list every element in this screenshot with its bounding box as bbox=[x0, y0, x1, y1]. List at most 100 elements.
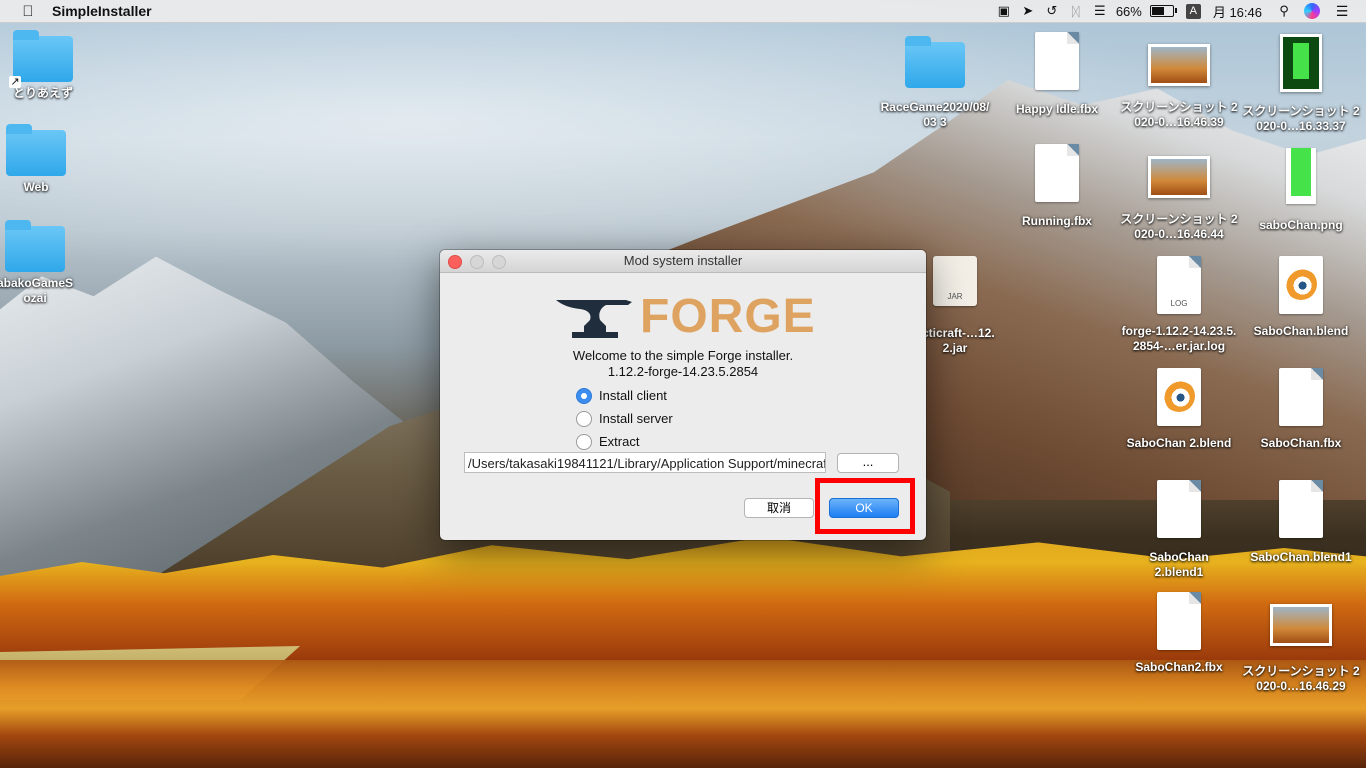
desktop-icon-sabochan2-blend[interactable]: SaboChan 2.blend bbox=[1119, 368, 1239, 451]
option-install-server[interactable]: Install server bbox=[576, 407, 673, 430]
screenshot-thumbnail-icon bbox=[1148, 44, 1210, 86]
log-file-icon: LOG bbox=[1157, 256, 1201, 314]
notification-list-icon[interactable]: ☰ bbox=[1334, 0, 1350, 22]
desktop-icon-label: とりあえず bbox=[12, 86, 73, 100]
battery-percent[interactable]: 66% bbox=[1112, 0, 1146, 22]
desktop-icon-label: Web bbox=[23, 180, 49, 194]
search-icon[interactable]: ⚲ bbox=[1272, 0, 1296, 22]
option-install-client[interactable]: Install client bbox=[576, 384, 673, 407]
bluetooth-icon[interactable]: ᛞ bbox=[1064, 0, 1088, 22]
blender-logo-icon bbox=[1285, 268, 1317, 300]
desktop-icon-label: Happy Idle.fbx bbox=[1015, 102, 1098, 116]
document-icon bbox=[1035, 144, 1079, 202]
desktop-icon-forge-log[interactable]: LOG forge-1.12.2-14.23.5.2854-…er.jar.lo… bbox=[1119, 256, 1239, 354]
battery-level bbox=[1151, 7, 1164, 15]
window-controls bbox=[448, 255, 506, 269]
desktop-icon-label: SaboChan 2.blend bbox=[1126, 436, 1232, 450]
app-menu-name[interactable]: SimpleInstaller bbox=[52, 3, 152, 19]
desktop-icon-sabochan-png[interactable]: saboChan.png bbox=[1241, 144, 1361, 233]
desktop-icon-label: スクリーンショット 2020-0…16.33.37 bbox=[1242, 104, 1360, 133]
screenshot-thumbnail-icon bbox=[1280, 34, 1322, 92]
desktop-icon-sabochan-fbx[interactable]: SaboChan.fbx bbox=[1241, 368, 1361, 451]
desktop-icon-folder-toriaezu[interactable]: ↗ とりあえず bbox=[0, 30, 103, 101]
desktop-icon-happy-idle[interactable]: Happy Idle.fbx bbox=[997, 32, 1117, 117]
blender-logo-icon bbox=[1163, 380, 1195, 412]
document-icon bbox=[1279, 368, 1323, 426]
desktop-icon-label: abakoGameSozai bbox=[0, 276, 74, 305]
camera-icon[interactable]: ▣ bbox=[992, 0, 1016, 22]
wifi-icon[interactable]: ☰ bbox=[1088, 0, 1112, 22]
install-options: Install client Install server Extract bbox=[576, 384, 673, 453]
radio-icon[interactable] bbox=[576, 410, 592, 427]
folder-icon bbox=[5, 220, 65, 272]
ok-highlight-box bbox=[815, 478, 915, 534]
browse-button[interactable]: ... bbox=[837, 453, 899, 473]
image-file-icon bbox=[1286, 148, 1316, 204]
folder-icon bbox=[905, 36, 965, 88]
character-figure-icon bbox=[1293, 43, 1309, 79]
desktop-icon-label: SaboChan 2.blend1 bbox=[1149, 550, 1209, 579]
document-icon bbox=[1157, 592, 1201, 650]
location-icon[interactable]: ➤ bbox=[1016, 0, 1040, 22]
desktop-icon-label: SaboChan.blend1 bbox=[1250, 550, 1352, 564]
folder-icon bbox=[6, 124, 66, 176]
time-machine-icon[interactable]: ↺ bbox=[1040, 0, 1064, 22]
desktop-icon-sabochan-blend[interactable]: SaboChan.blend bbox=[1241, 256, 1361, 339]
cancel-button[interactable]: 取消 bbox=[744, 498, 814, 518]
desktop-icon-sabochan2-fbx[interactable]: SaboChan2.fbx bbox=[1119, 592, 1239, 675]
document-icon bbox=[1035, 32, 1079, 90]
document-icon bbox=[1157, 480, 1201, 538]
desktop-icon-label: SaboChan.blend bbox=[1253, 324, 1349, 338]
input-source-icon[interactable]: A bbox=[1185, 3, 1201, 19]
desktop-icon-screenshot-1[interactable]: スクリーンショット 2020-0…16.46.39 bbox=[1119, 44, 1239, 130]
version-label: 1.12.2-forge-14.23.5.2854 bbox=[607, 364, 759, 379]
desktop-icon-label: スクリーンショット 2020-0…16.46.39 bbox=[1120, 100, 1238, 129]
alias-arrow-icon: ↗ bbox=[9, 76, 21, 88]
desktop-icon-folder-web[interactable]: Web bbox=[0, 124, 96, 195]
blender-file-icon bbox=[1157, 368, 1201, 426]
option-label: Install client bbox=[599, 388, 667, 403]
desktop-icon-folder-gamesozai[interactable]: abakoGameSozai bbox=[0, 220, 95, 306]
option-label: Install server bbox=[599, 411, 673, 426]
battery-icon[interactable] bbox=[1149, 5, 1177, 17]
dialog-title: Mod system installer bbox=[623, 253, 743, 268]
anvil-icon bbox=[556, 296, 634, 338]
radio-selected-icon[interactable] bbox=[576, 387, 592, 404]
dialog-titlebar[interactable]: Mod system installer bbox=[440, 250, 926, 273]
desktop-icon-running[interactable]: Running.fbx bbox=[997, 144, 1117, 229]
desktop-icon-label: SaboChan2.fbx bbox=[1135, 660, 1223, 674]
screenshot-thumbnail-icon bbox=[1270, 604, 1332, 646]
minimize-button[interactable] bbox=[470, 255, 484, 269]
desktop-icon-screenshot-3[interactable]: スクリーンショット 2020-0…16.46.44 bbox=[1119, 156, 1239, 242]
clock[interactable]: 月 16:46 bbox=[1209, 0, 1266, 22]
desktop-icon-sabochan-blend1[interactable]: SaboChan.blend1 bbox=[1241, 480, 1361, 565]
status-bar: ▣ ➤ ↺ ᛞ ☰ 66% A 月 16:46 ⚲ ☰ bbox=[992, 0, 1366, 22]
jar-file-icon: JAR bbox=[933, 256, 977, 306]
log-tag: LOG bbox=[1170, 299, 1188, 308]
character-figure-icon bbox=[1291, 148, 1311, 196]
document-icon bbox=[1279, 480, 1323, 538]
apple-icon[interactable]:  bbox=[18, 3, 38, 20]
zoom-button[interactable] bbox=[492, 255, 506, 269]
desktop-icon-racegame-folder[interactable]: RaceGame2020/08/03 3 bbox=[875, 36, 995, 130]
install-path-field[interactable]: /Users/takasaki19841121/Library/Applicat… bbox=[464, 452, 826, 473]
desktop-icon-sabochan2-blend1[interactable]: SaboChan 2.blend1 bbox=[1119, 480, 1239, 580]
desktop-icon-label: スクリーンショット 2020-0…16.46.29 bbox=[1242, 664, 1360, 693]
blender-file-icon bbox=[1279, 256, 1323, 314]
desktop-icon-label: スクリーンショット 2020-0…16.46.44 bbox=[1120, 212, 1238, 241]
siri-icon[interactable] bbox=[1304, 3, 1320, 19]
screenshot-thumbnail-icon bbox=[1148, 156, 1210, 198]
desktop-icon-label: forge-1.12.2-14.23.5.2854-…er.jar.log bbox=[1121, 324, 1237, 353]
welcome-message: Welcome to the simple Forge installer. bbox=[572, 348, 794, 363]
forge-wordmark: FORGE bbox=[640, 290, 816, 343]
radio-icon[interactable] bbox=[576, 433, 592, 450]
desktop-icon-screenshot-2[interactable]: スクリーンショット 2020-0…16.33.37 bbox=[1241, 34, 1361, 134]
desktop-icon-screenshot-4[interactable]: スクリーンショット 2020-0…16.46.29 bbox=[1241, 604, 1361, 694]
lake bbox=[0, 660, 1366, 768]
jar-tag: JAR bbox=[947, 292, 963, 301]
close-button[interactable] bbox=[448, 255, 462, 269]
option-label: Extract bbox=[599, 434, 640, 449]
option-extract[interactable]: Extract bbox=[576, 430, 673, 453]
desktop-icon-label: RaceGame2020/08/03 3 bbox=[880, 100, 990, 129]
welcome-text: Welcome to the simple Forge installer. 1… bbox=[440, 348, 926, 380]
